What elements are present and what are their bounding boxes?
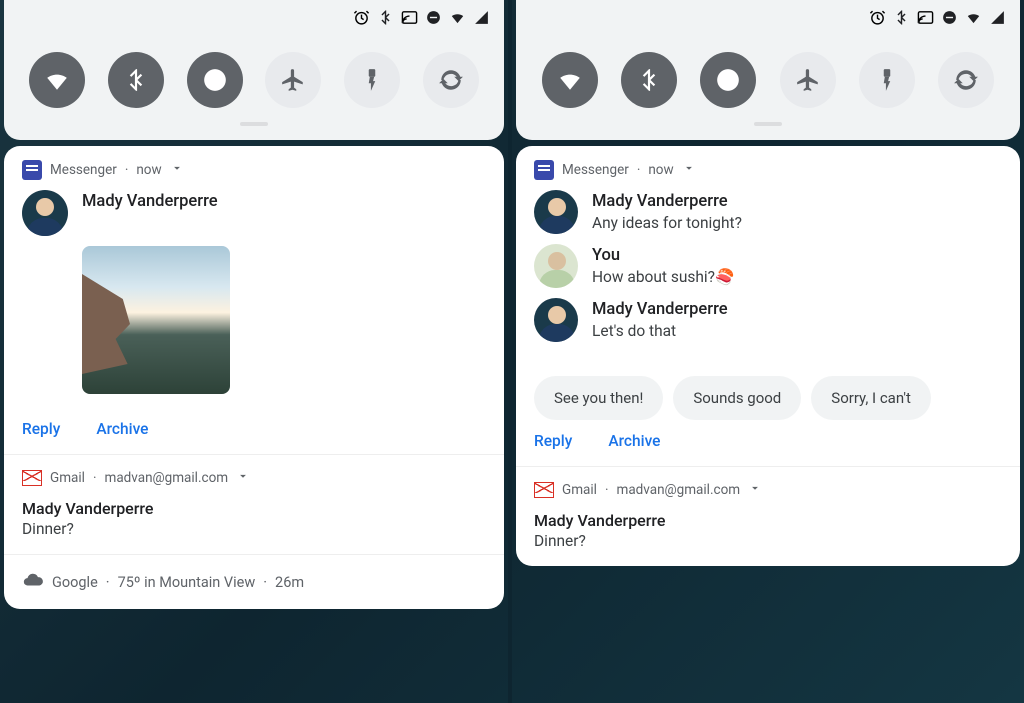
sender-avatar xyxy=(534,244,578,288)
bluetooth-status-icon xyxy=(892,8,910,26)
quick-settings-row xyxy=(516,34,1020,114)
email-from: Mady Vanderperre xyxy=(534,511,1002,530)
dnd-status-icon xyxy=(424,8,442,26)
expand-handle[interactable] xyxy=(240,122,268,126)
email-from: Mady Vanderperre xyxy=(22,499,486,518)
message-text: Any ideas for tonight? xyxy=(592,214,1002,232)
screenshot-left: Messenger · now Mady Vanderperre Reply A… xyxy=(0,0,512,703)
cast-status-icon xyxy=(916,8,934,26)
notification-time: now xyxy=(648,162,673,178)
wifi-status-icon xyxy=(964,8,982,26)
sender-avatar xyxy=(534,298,578,342)
app-name: Messenger xyxy=(562,162,629,178)
qs-wifi-tile[interactable] xyxy=(542,52,598,108)
expand-icon[interactable] xyxy=(748,481,762,499)
message-row: You How about sushi?🍣 xyxy=(534,244,1002,288)
qs-bluetooth-tile[interactable] xyxy=(621,52,677,108)
qs-dnd-tile[interactable] xyxy=(700,52,756,108)
smart-reply-row: See you then!Sounds goodSorry, I can't xyxy=(516,366,1020,426)
cellular-status-icon xyxy=(988,8,1006,26)
status-bar xyxy=(516,0,1020,34)
google-notification[interactable]: Google · 75º in Mountain View · 26m xyxy=(4,555,504,609)
qs-dnd-tile[interactable] xyxy=(187,52,243,108)
app-name: Google xyxy=(52,574,98,591)
qs-bluetooth-tile[interactable] xyxy=(108,52,164,108)
quick-settings-row xyxy=(4,34,504,114)
email-subject: Dinner? xyxy=(22,520,486,538)
qs-autorotate-tile[interactable] xyxy=(423,52,479,108)
archive-button[interactable]: Archive xyxy=(608,432,660,450)
gmail-account: madvan@gmail.com xyxy=(616,482,740,498)
reply-button[interactable]: Reply xyxy=(22,420,60,438)
notification-header[interactable]: Gmail · madvan@gmail.com xyxy=(516,467,1020,509)
message-row: Mady Vanderperre Let's do that xyxy=(534,298,1002,342)
messenger-notification[interactable]: Messenger · now Mady Vanderperre Any ide… xyxy=(516,146,1020,467)
alarm-icon xyxy=(868,8,886,26)
cellular-status-icon xyxy=(472,8,490,26)
sender-name: Mady Vanderperre xyxy=(592,300,1002,319)
qs-flashlight-tile[interactable] xyxy=(344,52,400,108)
bluetooth-status-icon xyxy=(376,8,394,26)
smart-reply-chip[interactable]: Sorry, I can't xyxy=(811,376,931,420)
messenger-notification[interactable]: Messenger · now Mady Vanderperre Reply A… xyxy=(4,146,504,455)
weather-text: 75º in Mountain View xyxy=(118,574,256,591)
message-text: Let's do that xyxy=(592,322,1002,340)
archive-button[interactable]: Archive xyxy=(96,420,148,438)
gmail-icon xyxy=(22,470,42,486)
sender-avatar xyxy=(22,190,68,236)
screenshot-right: Messenger · now Mady Vanderperre Any ide… xyxy=(512,0,1024,703)
quick-settings-panel[interactable] xyxy=(4,0,504,140)
message-text: How about sushi?🍣 xyxy=(592,268,1002,286)
gmail-icon xyxy=(534,482,554,498)
sender-avatar xyxy=(534,190,578,234)
app-name: Gmail xyxy=(50,470,85,486)
qs-wifi-tile[interactable] xyxy=(29,52,85,108)
messenger-icon xyxy=(22,160,42,180)
expand-icon[interactable] xyxy=(682,161,696,179)
qs-autorotate-tile[interactable] xyxy=(938,52,994,108)
qs-airplane-tile[interactable] xyxy=(780,52,836,108)
gmail-notification[interactable]: Gmail · madvan@gmail.com Mady Vanderperr… xyxy=(516,467,1020,566)
notification-stack: Messenger · now Mady Vanderperre Reply A… xyxy=(4,146,504,609)
sender-name: You xyxy=(592,246,1002,265)
wifi-status-icon xyxy=(448,8,466,26)
reply-button[interactable]: Reply xyxy=(534,432,572,450)
expand-icon[interactable] xyxy=(236,469,250,487)
gmail-account: madvan@gmail.com xyxy=(104,470,228,486)
dnd-status-icon xyxy=(940,8,958,26)
smart-reply-chip[interactable]: Sounds good xyxy=(673,376,801,420)
cloud-icon xyxy=(22,569,44,595)
sender-name: Mady Vanderperre xyxy=(82,192,486,211)
app-name: Gmail xyxy=(562,482,597,498)
notification-header[interactable]: Messenger · now xyxy=(4,146,504,190)
smart-reply-chip[interactable]: See you then! xyxy=(534,376,663,420)
notification-header[interactable]: Gmail · madvan@gmail.com xyxy=(4,455,504,497)
quick-settings-panel[interactable] xyxy=(516,0,1020,140)
notification-header[interactable]: Messenger · now xyxy=(516,146,1020,190)
notification-age: 26m xyxy=(275,574,304,591)
expand-icon[interactable] xyxy=(170,161,184,179)
qs-flashlight-tile[interactable] xyxy=(859,52,915,108)
notification-time: now xyxy=(136,162,161,178)
messenger-icon xyxy=(534,160,554,180)
sender-name: Mady Vanderperre xyxy=(592,192,1002,211)
cast-status-icon xyxy=(400,8,418,26)
image-attachment[interactable] xyxy=(82,246,230,394)
status-bar xyxy=(4,0,504,34)
notification-stack: Messenger · now Mady Vanderperre Any ide… xyxy=(516,146,1020,566)
alarm-icon xyxy=(352,8,370,26)
expand-handle[interactable] xyxy=(754,122,782,126)
email-subject: Dinner? xyxy=(534,532,1002,550)
qs-airplane-tile[interactable] xyxy=(265,52,321,108)
app-name: Messenger xyxy=(50,162,117,178)
gmail-notification[interactable]: Gmail · madvan@gmail.com Mady Vanderperr… xyxy=(4,455,504,555)
message-row: Mady Vanderperre Any ideas for tonight? xyxy=(534,190,1002,234)
